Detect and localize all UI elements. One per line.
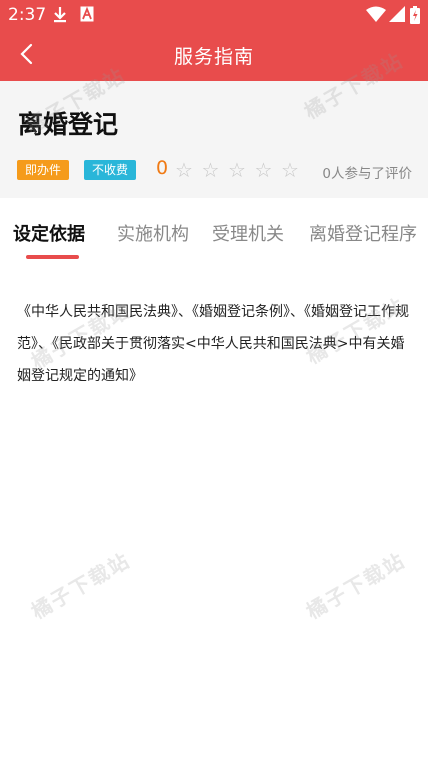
tab-bar: 设定依据 实施机构 受理机关 离婚登记程序 [0, 210, 428, 262]
wifi-icon [366, 6, 386, 26]
rating-score: 0 [156, 157, 169, 179]
watermark: 橘子下载站 [27, 547, 135, 624]
tab-legal-basis[interactable]: 设定依据 [13, 220, 85, 246]
badge-free: 不收费 [84, 160, 137, 180]
star-icon[interactable]: ☆ [175, 159, 202, 181]
font-icon [80, 6, 94, 26]
star-icon[interactable]: ☆ [202, 159, 229, 181]
battery-icon [410, 6, 420, 28]
watermark: 橘子下载站 [302, 547, 410, 624]
tab-procedure[interactable]: 离婚登记程序 [309, 220, 417, 246]
status-bar: 2:37 [0, 0, 428, 30]
active-tab-indicator [26, 255, 79, 259]
star-icon[interactable]: ☆ [255, 159, 282, 181]
badge-instant: 即办件 [17, 160, 70, 180]
status-time: 2:37 [8, 5, 47, 25]
star-icon[interactable]: ☆ [228, 159, 255, 181]
rating-count: 0人参与了评价 [322, 166, 412, 182]
star-icon[interactable]: ☆ [281, 159, 308, 181]
signal-icon [389, 6, 405, 26]
rating-stars[interactable]: ☆ ☆ ☆ ☆ ☆ [175, 159, 308, 181]
tab-implementing-agency[interactable]: 实施机构 [117, 220, 189, 246]
download-icon [52, 6, 68, 28]
tab-accepting-agency[interactable]: 受理机关 [212, 220, 284, 246]
